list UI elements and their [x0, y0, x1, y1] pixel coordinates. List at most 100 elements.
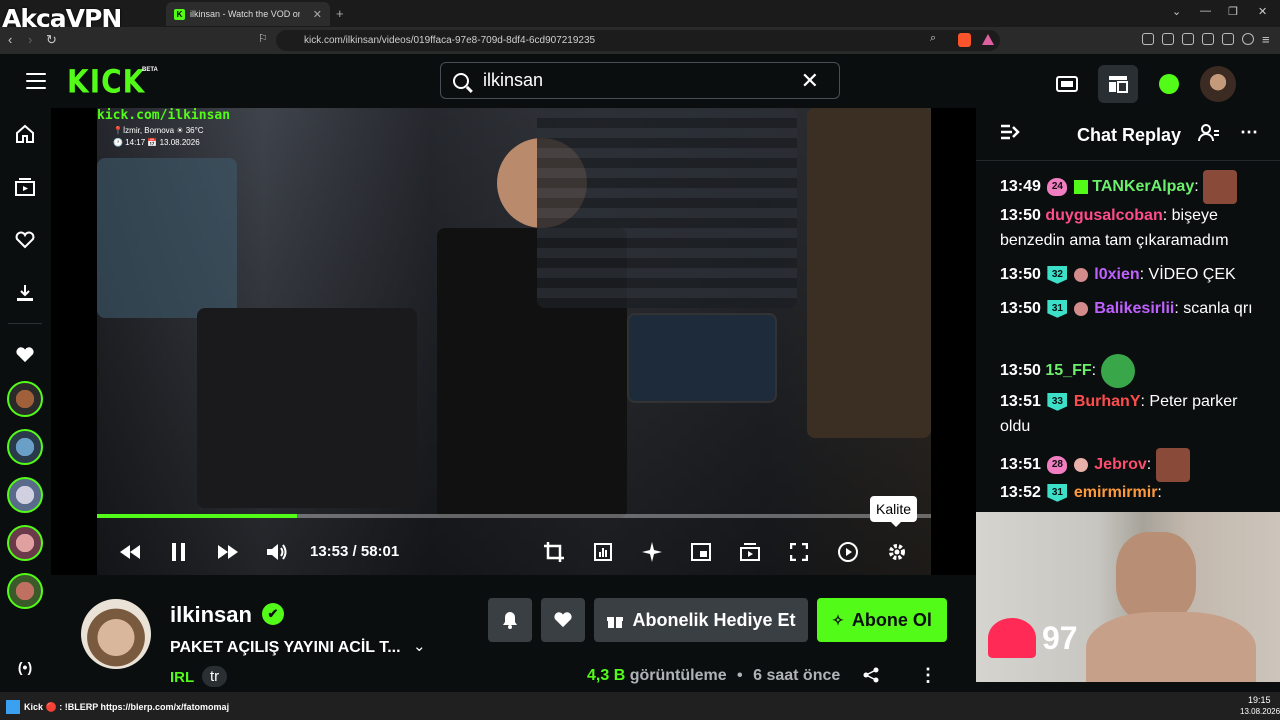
followed-channel-avatar[interactable]	[7, 525, 43, 561]
extensions-icon[interactable]	[1142, 33, 1154, 45]
following-icon[interactable]	[14, 229, 36, 251]
video-player[interactable]: kick.com/ilkinsan 📍İzmir, Bornova ☀ 36°C…	[51, 108, 976, 575]
reload-icon[interactable]: ↻	[46, 32, 57, 48]
stats-icon[interactable]	[591, 540, 615, 564]
collapse-sidebar-icon[interactable]: (•)	[14, 656, 36, 678]
rewind-icon[interactable]	[118, 540, 142, 564]
forward-icon[interactable]: ›	[28, 32, 32, 47]
home-icon[interactable]	[14, 123, 36, 145]
chat-username[interactable]: emirmirmir	[1074, 484, 1158, 501]
start-icon[interactable]	[6, 700, 20, 714]
webcam-overlay: 97	[976, 512, 1280, 682]
sparkle-icon[interactable]	[640, 540, 664, 564]
kick-coins-icon[interactable]	[1149, 65, 1189, 103]
chat-message: 13:49 24 TANKerAlpay:	[1000, 170, 1270, 204]
collapse-chat-icon[interactable]	[1000, 124, 1020, 145]
chat-username[interactable]: l0xien	[1094, 266, 1139, 283]
followed-channel-avatar[interactable]	[7, 477, 43, 513]
progress-bar[interactable]	[97, 514, 931, 518]
sidebar-toggle-icon[interactable]	[1182, 33, 1194, 45]
expand-title-chevron-icon[interactable]: ⌄	[413, 637, 426, 655]
browse-icon[interactable]	[14, 176, 36, 198]
bookshelf	[807, 108, 931, 438]
view-stats: 4,3 B görüntüleme • 6 saat önce	[587, 667, 840, 685]
tab-list-icon[interactable]: ⌄	[1172, 5, 1181, 18]
theater-mode-icon[interactable]	[738, 540, 762, 564]
chat-username[interactable]: 15_FF	[1045, 362, 1091, 379]
chat-users-icon[interactable]	[1198, 124, 1220, 147]
channel-avatar[interactable]	[81, 599, 151, 669]
clips-icon[interactable]	[14, 282, 36, 304]
chat-username[interactable]: BurhanY	[1074, 393, 1141, 410]
hamburger-menu-icon[interactable]	[26, 73, 46, 94]
subscribe-button[interactable]: ✧ Abone Ol	[817, 598, 947, 642]
clip-crop-icon[interactable]	[542, 540, 566, 564]
channel-name[interactable]: ilkinsan	[170, 602, 252, 628]
bookmark-icon[interactable]: ⚐	[258, 32, 268, 45]
new-tab-button[interactable]: +	[336, 6, 344, 21]
kick-logo[interactable]: KICK	[67, 63, 145, 101]
gift-sub-button[interactable]: Abonelik Hediye Et	[594, 598, 808, 642]
chat-more-icon[interactable]: ⋯	[1240, 122, 1258, 143]
video-frame	[97, 108, 931, 575]
more-options-icon[interactable]: ⋮	[919, 665, 937, 686]
chat-timestamp: 13:50	[1000, 300, 1041, 317]
search-input[interactable]	[483, 70, 783, 91]
channel-info: ilkinsan ✔ PAKET AÇILIŞ YAYINI ACİL T...…	[51, 575, 976, 692]
notification-bell-button[interactable]	[488, 598, 532, 642]
emote	[1155, 448, 1190, 482]
left-sidebar: (•)	[0, 108, 50, 692]
user-avatar[interactable]	[1198, 65, 1238, 103]
fast-forward-icon[interactable]	[216, 540, 240, 564]
search-bar[interactable]: ✕	[440, 62, 840, 99]
share-icon[interactable]	[863, 667, 879, 688]
followed-channel-avatar[interactable]	[7, 429, 43, 465]
followed-channel-avatar[interactable]	[7, 381, 43, 417]
close-window-icon[interactable]: ✕	[1258, 5, 1267, 18]
chat-username[interactable]: TANKerAlpay	[1092, 178, 1194, 195]
chat-username[interactable]: Balikesirlii	[1094, 300, 1174, 317]
pause-icon[interactable]	[167, 540, 191, 564]
rewards-icon[interactable]	[982, 34, 994, 45]
fullscreen-icon[interactable]	[787, 540, 811, 564]
overlay-channel-url: kick.com/ilkinsan	[97, 108, 231, 123]
follow-heart-button[interactable]	[541, 598, 585, 642]
minimize-icon[interactable]: —	[1200, 5, 1211, 17]
volume-icon[interactable]	[265, 540, 289, 564]
wallet-icon[interactable]	[1202, 33, 1214, 45]
heart-rate-icon	[988, 618, 1036, 658]
leo-icon[interactable]	[1222, 33, 1234, 45]
user-badge-icon	[1073, 301, 1088, 316]
browser-tab[interactable]: K ilkinsan - Watch the VOD on Kick ✕	[166, 2, 330, 26]
media-icon[interactable]	[1162, 33, 1174, 45]
category-link[interactable]: IRL	[170, 669, 194, 686]
gifter-badge-icon	[1073, 180, 1088, 194]
chat-timestamp: 13:49	[1000, 178, 1041, 196]
restore-icon[interactable]: ❐	[1228, 5, 1238, 18]
chat-text: VİDEO ÇEK	[1148, 266, 1236, 283]
menu-icon[interactable]: ≡	[1262, 32, 1270, 47]
vpn-icon[interactable]	[1242, 33, 1254, 45]
followed-channel-avatar[interactable]	[7, 573, 43, 609]
loot-icon[interactable]	[1047, 65, 1087, 103]
speed-icon[interactable]	[836, 540, 860, 564]
taskbar: Kick 🔴 : !BLERP https://blerp.com/x/fato…	[0, 692, 1280, 720]
chat-title: Chat Replay	[1077, 125, 1182, 145]
chat-message: 13:51 28 Jebrov:	[1000, 448, 1270, 482]
zoom-icon[interactable]: ⌕	[930, 32, 936, 45]
settings-gear-icon[interactable]	[885, 540, 909, 564]
tab-close-icon[interactable]: ✕	[313, 8, 322, 21]
tab-title: ilkinsan - Watch the VOD on Kick	[190, 9, 300, 19]
clear-search-icon[interactable]: ✕	[801, 68, 819, 94]
sparkle-icon: ✧	[832, 611, 844, 628]
chat-username[interactable]: duygusalcoban	[1045, 207, 1162, 224]
language-tag[interactable]: tr	[202, 666, 228, 687]
brave-shield-icon[interactable]	[958, 33, 971, 47]
webcam-shoulders	[1086, 612, 1256, 682]
address-bar[interactable]: kick.com/ilkinsan/videos/019ffaca-97e8-7…	[276, 30, 1000, 51]
back-icon[interactable]: ‹	[8, 32, 12, 47]
stream-ticker: Kick 🔴 : !BLERP https://blerp.com/x/fato…	[24, 702, 230, 712]
picture-in-picture-icon[interactable]	[689, 540, 713, 564]
chat-username[interactable]: Jebrov	[1094, 456, 1146, 473]
layout-toggle-icon[interactable]	[1098, 65, 1138, 103]
